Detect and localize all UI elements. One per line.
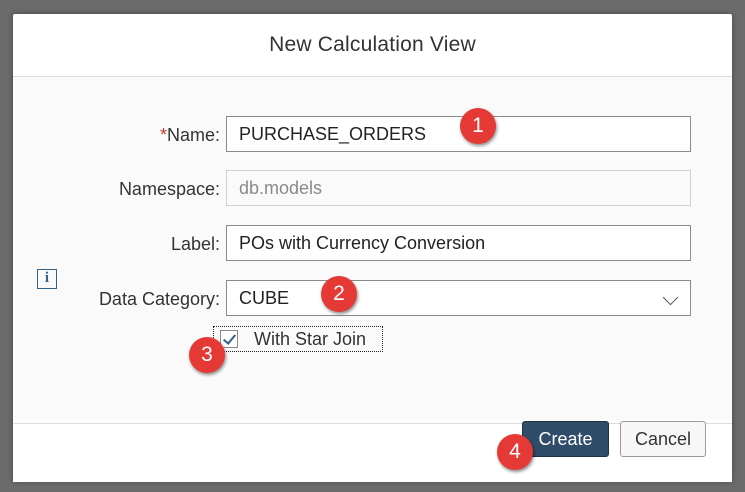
callout-badge-3: 3 (189, 337, 225, 373)
namespace-input[interactable]: db.models (226, 170, 691, 206)
namespace-label: Namespace: (118, 179, 220, 199)
chevron-down-icon (662, 289, 679, 306)
with-star-join-label: With Star Join (254, 328, 367, 349)
callout-badge-2: 2 (321, 276, 357, 312)
label-input[interactable]: POs with Currency Conversion (226, 225, 691, 261)
data-category-label: Data Category: (98, 289, 220, 309)
cancel-button[interactable]: Cancel (620, 421, 706, 457)
with-star-join-checkbox[interactable]: With Star Join (213, 326, 383, 352)
data-category-select[interactable]: CUBE (226, 280, 691, 316)
name-input[interactable]: PURCHASE_ORDERS (226, 116, 691, 152)
callout-badge-1: 1 (460, 108, 496, 144)
create-button[interactable]: Create (522, 421, 609, 457)
callout-badge-4: 4 (497, 434, 533, 470)
info-icon[interactable]: i (37, 269, 57, 289)
label-field-label: Label: (170, 234, 220, 254)
name-label: *Name: (159, 125, 220, 145)
data-category-value: CUBE (239, 287, 290, 308)
dialog-title: New Calculation View (269, 33, 476, 56)
required-marker: * (159, 125, 167, 145)
dialog-header: New Calculation View (13, 14, 732, 77)
